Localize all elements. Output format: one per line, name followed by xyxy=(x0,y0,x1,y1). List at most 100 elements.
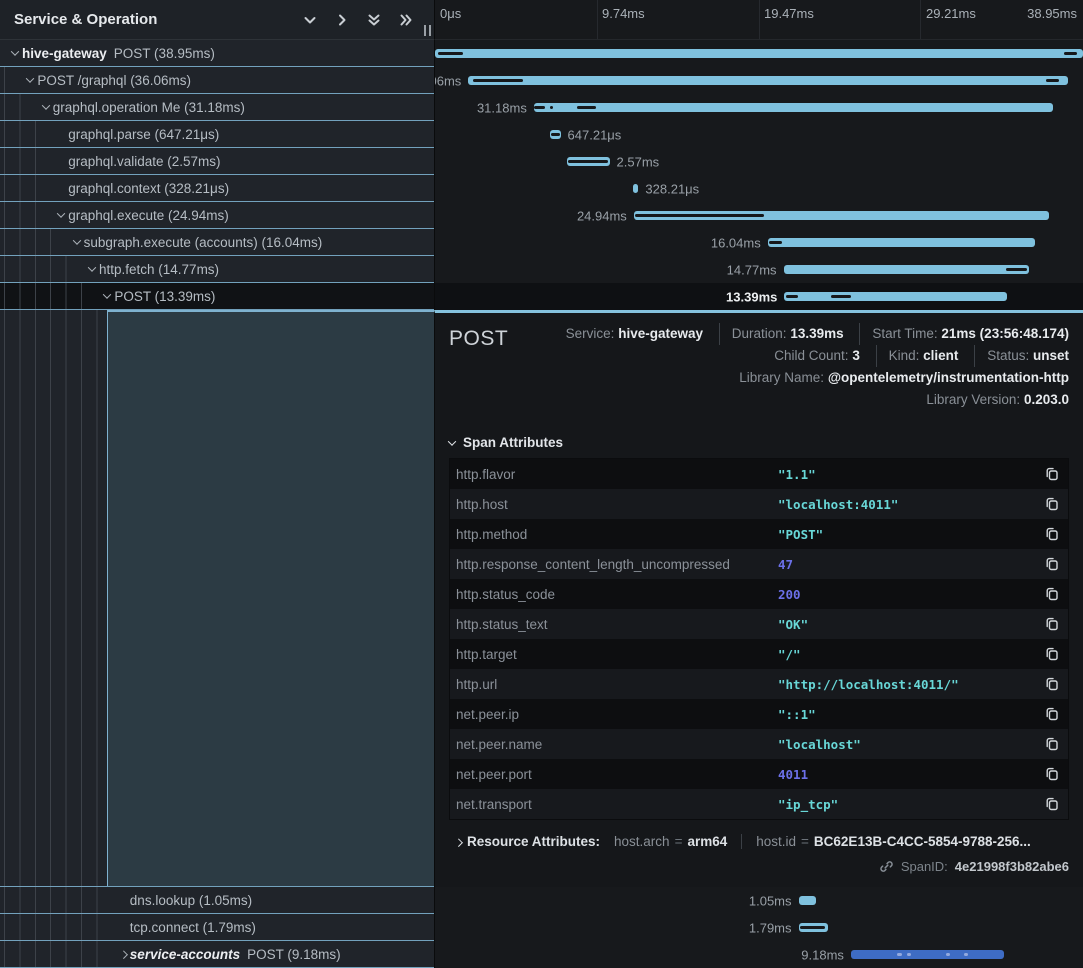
attribute-key: net.transport xyxy=(456,797,778,812)
copy-button[interactable] xyxy=(1038,676,1060,692)
span-name-cell[interactable]: http.fetch (14.77ms) xyxy=(0,256,434,283)
span-name-cell[interactable]: POST (13.39ms) xyxy=(0,283,434,310)
chevron xyxy=(70,239,84,245)
span-bar[interactable] xyxy=(633,184,638,193)
span-bar[interactable] xyxy=(784,265,1030,274)
span-bar-cell: 31.18ms xyxy=(434,94,1083,121)
span-bar[interactable] xyxy=(799,896,816,905)
chevron-down-icon[interactable] xyxy=(103,290,111,298)
span-label: graphql.operation Me (31.18ms) xyxy=(53,100,245,115)
chevron-right-icon[interactable] xyxy=(119,950,127,958)
span-label: POST /graphql (36.06ms) xyxy=(37,73,191,88)
copy-button[interactable] xyxy=(1038,616,1060,632)
copy-button[interactable] xyxy=(1038,586,1060,602)
copy-button[interactable] xyxy=(1038,556,1060,572)
span-bar[interactable] xyxy=(851,950,1004,959)
span-detail-panel: POST Service: hive-gateway Duration: 13.… xyxy=(434,310,1083,887)
span-bar[interactable] xyxy=(468,76,1068,85)
span-bar[interactable] xyxy=(784,292,1007,301)
copy-button[interactable] xyxy=(1038,736,1060,752)
chevron-down-icon[interactable] xyxy=(88,263,96,271)
span-bar[interactable] xyxy=(634,211,1049,220)
library-version-label: Library Version: xyxy=(926,392,1020,407)
span-row: graphql.execute (24.94ms) 24.94ms xyxy=(0,202,1083,229)
library-version-value: 0.203.0 xyxy=(1024,392,1069,407)
span-bar[interactable] xyxy=(550,130,561,139)
span-bar-cell: 24.94ms xyxy=(434,202,1083,229)
attribute-row: http.status_code 200 xyxy=(450,579,1068,609)
span-attributes-toggle[interactable]: Span Attributes xyxy=(449,435,1069,450)
link-icon[interactable] xyxy=(879,859,894,874)
copy-button[interactable] xyxy=(1038,796,1060,812)
chevron-down-icon[interactable] xyxy=(72,236,80,244)
span-label: POST (13.39ms) xyxy=(114,289,215,304)
copy-icon xyxy=(1044,616,1060,632)
attribute-row: http.response_content_length_uncompresse… xyxy=(450,549,1068,579)
chevron-down-icon[interactable] xyxy=(57,209,65,217)
span-name-cell[interactable]: graphql.validate (2.57ms) xyxy=(0,148,434,175)
start-time-value: 21ms (23:56:48.174) xyxy=(941,326,1069,341)
span-label: dns.lookup (1.05ms) xyxy=(130,893,252,908)
chevron-down-icon xyxy=(448,437,456,445)
expand-one-chevron-right-icon[interactable] xyxy=(334,12,350,28)
attribute-value: "localhost:4011" xyxy=(778,497,1038,512)
span-bar[interactable] xyxy=(534,103,1053,112)
span-name-cell[interactable]: service-accounts POST (9.18ms) xyxy=(0,941,434,968)
span-name-cell[interactable]: graphql.operation Me (31.18ms) xyxy=(0,94,434,121)
span-label: graphql.validate (2.57ms) xyxy=(68,154,220,169)
copy-button[interactable] xyxy=(1038,646,1060,662)
expand-all-chevrons-right-icon[interactable] xyxy=(398,12,414,28)
span-name-cell[interactable]: POST /graphql (36.06ms) xyxy=(0,67,434,94)
span-name-cell[interactable]: subgraph.execute (accounts) (16.04ms) xyxy=(0,229,434,256)
span-bar[interactable] xyxy=(799,923,829,932)
child-time-mark xyxy=(473,79,523,82)
bar-duration-label: 1.79ms xyxy=(749,920,792,935)
chevron xyxy=(23,77,37,83)
copy-button[interactable] xyxy=(1038,496,1060,512)
copy-button[interactable] xyxy=(1038,526,1060,542)
span-bar[interactable] xyxy=(567,157,610,166)
span-bar-cell xyxy=(434,40,1083,67)
chevron-down-icon[interactable] xyxy=(11,47,19,55)
copy-button[interactable] xyxy=(1038,466,1060,482)
copy-icon xyxy=(1044,766,1060,782)
copy-icon xyxy=(1044,466,1060,482)
copy-button[interactable] xyxy=(1038,766,1060,782)
span-name-cell[interactable]: dns.lookup (1.05ms) xyxy=(0,887,434,914)
child-time-mark xyxy=(568,160,608,163)
span-id-row: SpanID: 4e21998f3b82abe6 xyxy=(449,859,1069,874)
span-name-content: hive-gateway POST (38.95ms) xyxy=(0,40,434,66)
chevron-down-icon[interactable] xyxy=(42,101,50,109)
service-label: Service: xyxy=(566,326,615,341)
collapse-all-chevrons-down-icon[interactable] xyxy=(366,12,382,28)
chevron-down-icon[interactable] xyxy=(26,74,34,82)
span-bar[interactable] xyxy=(768,238,1035,247)
span-name-cell[interactable]: graphql.execute (24.94ms) xyxy=(0,202,434,229)
span-bar[interactable] xyxy=(435,49,1083,58)
span-name-cell[interactable]: graphql.parse (647.21μs) xyxy=(0,121,434,148)
child-time-mark xyxy=(1006,268,1027,271)
child-time-mark xyxy=(1064,52,1077,55)
copy-button[interactable] xyxy=(1038,706,1060,722)
span-name-cell[interactable]: tcp.connect (1.79ms) xyxy=(0,914,434,941)
copy-icon xyxy=(1044,586,1060,602)
service-name: hive-gateway xyxy=(22,46,107,61)
bar-duration-label: 14.77ms xyxy=(727,262,777,277)
column-resize-grip[interactable] xyxy=(424,25,431,36)
service-operation-title: Service & Operation xyxy=(14,11,302,28)
resource-attributes-toggle[interactable]: Resource Attributes: host.arch=arm64 hos… xyxy=(449,834,1069,849)
span-name-cell[interactable]: hive-gateway POST (38.95ms) xyxy=(0,40,434,67)
span-detail-header: POST Service: hive-gateway Duration: 13.… xyxy=(449,323,1069,411)
span-bar-cell: 14.77ms xyxy=(434,256,1083,283)
collapse-one-chevron-down-icon[interactable] xyxy=(302,12,318,28)
span-name-cell[interactable]: graphql.context (328.21μs) xyxy=(0,175,434,202)
trace-timeline-view: Service & Operation 0μs 9.74ms 19.47ms 2… xyxy=(0,0,1083,968)
chevron xyxy=(54,212,68,218)
attribute-row: http.method "POST" xyxy=(450,519,1068,549)
service-value: hive-gateway xyxy=(618,326,703,341)
attribute-row: net.transport "ip_tcp" xyxy=(450,789,1068,819)
child-time-mark xyxy=(769,241,781,244)
span-row: dns.lookup (1.05ms) 1.05ms xyxy=(0,887,1083,914)
span-row: subgraph.execute (accounts) (16.04ms) 16… xyxy=(0,229,1083,256)
span-name-content: dns.lookup (1.05ms) xyxy=(0,887,434,913)
